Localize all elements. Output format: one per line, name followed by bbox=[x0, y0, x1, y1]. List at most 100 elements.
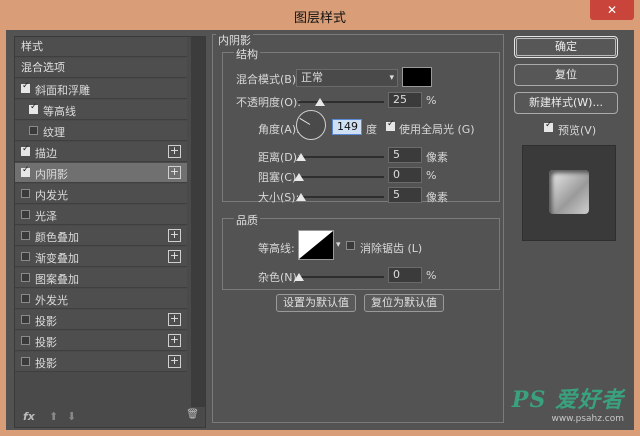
angle-dial[interactable] bbox=[296, 110, 326, 140]
style-item[interactable]: 光泽 bbox=[15, 205, 187, 225]
style-list-panel: 样式 混合选项 斜面和浮雕等高线纹理描边 + 内阴影 + 内发光光泽颜色叠加 + 渐变叠加 +… bbox=[14, 36, 206, 428]
style-item-checkbox[interactable] bbox=[21, 210, 30, 219]
angle-unit: 度 bbox=[366, 123, 377, 136]
blend-mode-select[interactable]: 正常 ▾ bbox=[296, 69, 398, 87]
close-button[interactable]: ✕ bbox=[590, 0, 634, 20]
opacity-label: 不透明度(O): bbox=[236, 96, 301, 109]
antialias-checkbox[interactable] bbox=[346, 241, 355, 250]
style-list-scrollbar[interactable] bbox=[191, 37, 205, 407]
distance-input[interactable]: 5 bbox=[388, 147, 422, 163]
reset-button[interactable]: 复位 bbox=[514, 64, 618, 86]
blend-options-item[interactable]: 混合选项 bbox=[15, 58, 187, 78]
style-item[interactable]: 投影 + bbox=[15, 310, 187, 330]
noise-unit: % bbox=[426, 269, 437, 282]
size-slider-thumb[interactable] bbox=[296, 193, 306, 201]
distance-slider-track[interactable] bbox=[298, 156, 384, 158]
style-item-checkbox[interactable] bbox=[21, 189, 30, 198]
fx-icon[interactable]: fx bbox=[23, 410, 35, 423]
opacity-slider-track[interactable] bbox=[298, 101, 384, 103]
style-item[interactable]: 纹理 bbox=[15, 121, 187, 141]
add-icon[interactable]: + bbox=[168, 334, 181, 347]
layer-style-dialog: 样式 混合选项 斜面和浮雕等高线纹理描边 + 内阴影 + 内发光光泽颜色叠加 + 渐变叠加 +… bbox=[6, 30, 634, 430]
style-item[interactable]: 内发光 bbox=[15, 184, 187, 204]
style-item[interactable]: 图案叠加 bbox=[15, 268, 187, 288]
opacity-slider-thumb[interactable] bbox=[314, 98, 325, 106]
blend-mode-label: 混合模式(B): bbox=[236, 73, 300, 86]
contour-dropdown-icon[interactable]: ▾ bbox=[336, 240, 341, 250]
new-style-button[interactable]: 新建样式(W)... bbox=[514, 92, 618, 114]
style-item-label: 渐变叠加 bbox=[35, 252, 79, 265]
add-icon[interactable]: + bbox=[168, 166, 181, 179]
trash-icon[interactable]: 🗑 bbox=[186, 409, 199, 420]
choke-slider-thumb[interactable] bbox=[294, 173, 304, 181]
style-list-footer: fx ⬆ ⬇ 🗑 bbox=[23, 409, 199, 424]
style-item[interactable]: 等高线 bbox=[15, 100, 187, 120]
style-item-label: 图案叠加 bbox=[35, 273, 79, 286]
style-item-checkbox[interactable] bbox=[21, 315, 30, 324]
shadow-color-swatch[interactable] bbox=[402, 67, 432, 87]
contour-label: 等高线: bbox=[258, 242, 295, 255]
style-item[interactable]: 渐变叠加 + bbox=[15, 247, 187, 267]
contour-picker[interactable] bbox=[298, 230, 334, 260]
watermark-logo: PS 爱好者 bbox=[511, 387, 624, 413]
style-item-checkbox[interactable] bbox=[21, 294, 30, 303]
choke-unit: % bbox=[426, 169, 437, 182]
size-unit: 像素 bbox=[426, 191, 448, 204]
style-item-checkbox[interactable] bbox=[21, 252, 30, 261]
size-slider-track[interactable] bbox=[298, 196, 384, 198]
distance-slider-thumb[interactable] bbox=[296, 153, 306, 161]
style-item-label: 投影 bbox=[35, 336, 57, 349]
quality-title: 品质 bbox=[234, 212, 260, 228]
style-item-checkbox[interactable] bbox=[21, 144, 30, 156]
style-item[interactable]: 外发光 bbox=[15, 289, 187, 309]
style-item-checkbox[interactable] bbox=[29, 126, 38, 135]
choke-slider-track[interactable] bbox=[298, 176, 384, 178]
style-item-label: 等高线 bbox=[43, 105, 76, 118]
style-item-checkbox[interactable] bbox=[21, 273, 30, 282]
style-item-label: 投影 bbox=[35, 357, 57, 370]
styles-header[interactable]: 样式 bbox=[15, 37, 187, 57]
add-icon[interactable]: + bbox=[168, 355, 181, 368]
global-light-checkbox[interactable] bbox=[386, 119, 395, 131]
antialias-label: 消除锯齿 (L) bbox=[360, 242, 423, 255]
style-item-checkbox[interactable] bbox=[21, 81, 30, 93]
window-title: 图层样式 bbox=[293, 11, 346, 26]
angle-input[interactable]: 149 bbox=[332, 119, 362, 135]
style-item-checkbox[interactable] bbox=[21, 336, 30, 345]
noise-slider-thumb[interactable] bbox=[294, 273, 304, 281]
noise-input[interactable]: 0 bbox=[388, 267, 422, 283]
style-item-checkbox[interactable] bbox=[21, 357, 30, 366]
style-item[interactable]: 颜色叠加 + bbox=[15, 226, 187, 246]
watermark: PS 爱好者 www.psahz.com bbox=[512, 382, 624, 424]
style-item-checkbox[interactable] bbox=[21, 231, 30, 240]
move-down-icon[interactable]: ⬇ bbox=[67, 410, 76, 423]
style-item-label: 颜色叠加 bbox=[35, 231, 79, 244]
style-item-checkbox[interactable] bbox=[21, 165, 30, 177]
style-item[interactable]: 投影 + bbox=[15, 331, 187, 351]
style-item[interactable]: 斜面和浮雕 bbox=[15, 79, 187, 99]
move-up-icon[interactable]: ⬆ bbox=[49, 410, 58, 423]
choke-input[interactable]: 0 bbox=[388, 167, 422, 183]
size-input[interactable]: 5 bbox=[388, 187, 422, 203]
style-item-label: 外发光 bbox=[35, 294, 68, 307]
ok-button[interactable]: 确定 bbox=[514, 36, 618, 58]
style-item[interactable]: 内阴影 + bbox=[15, 163, 187, 183]
distance-unit: 像素 bbox=[426, 151, 448, 164]
reset-default-button[interactable]: 复位为默认值 bbox=[364, 294, 444, 312]
style-item[interactable]: 投影 + bbox=[15, 352, 187, 372]
chevron-down-icon: ▾ bbox=[389, 73, 394, 83]
style-item-label: 描边 bbox=[35, 147, 57, 160]
style-item[interactable]: 描边 + bbox=[15, 142, 187, 162]
style-item-checkbox[interactable] bbox=[29, 102, 38, 114]
add-icon[interactable]: + bbox=[168, 229, 181, 242]
style-item-label: 内发光 bbox=[35, 189, 68, 202]
preview-checkbox[interactable] bbox=[544, 120, 553, 132]
style-item-label: 斜面和浮雕 bbox=[35, 84, 90, 97]
add-icon[interactable]: + bbox=[168, 313, 181, 326]
add-icon[interactable]: + bbox=[168, 250, 181, 263]
add-icon[interactable]: + bbox=[168, 145, 181, 158]
noise-slider-track[interactable] bbox=[298, 276, 384, 278]
opacity-input[interactable]: 25 bbox=[388, 92, 422, 108]
angle-needle bbox=[299, 117, 311, 125]
make-default-button[interactable]: 设置为默认值 bbox=[276, 294, 356, 312]
